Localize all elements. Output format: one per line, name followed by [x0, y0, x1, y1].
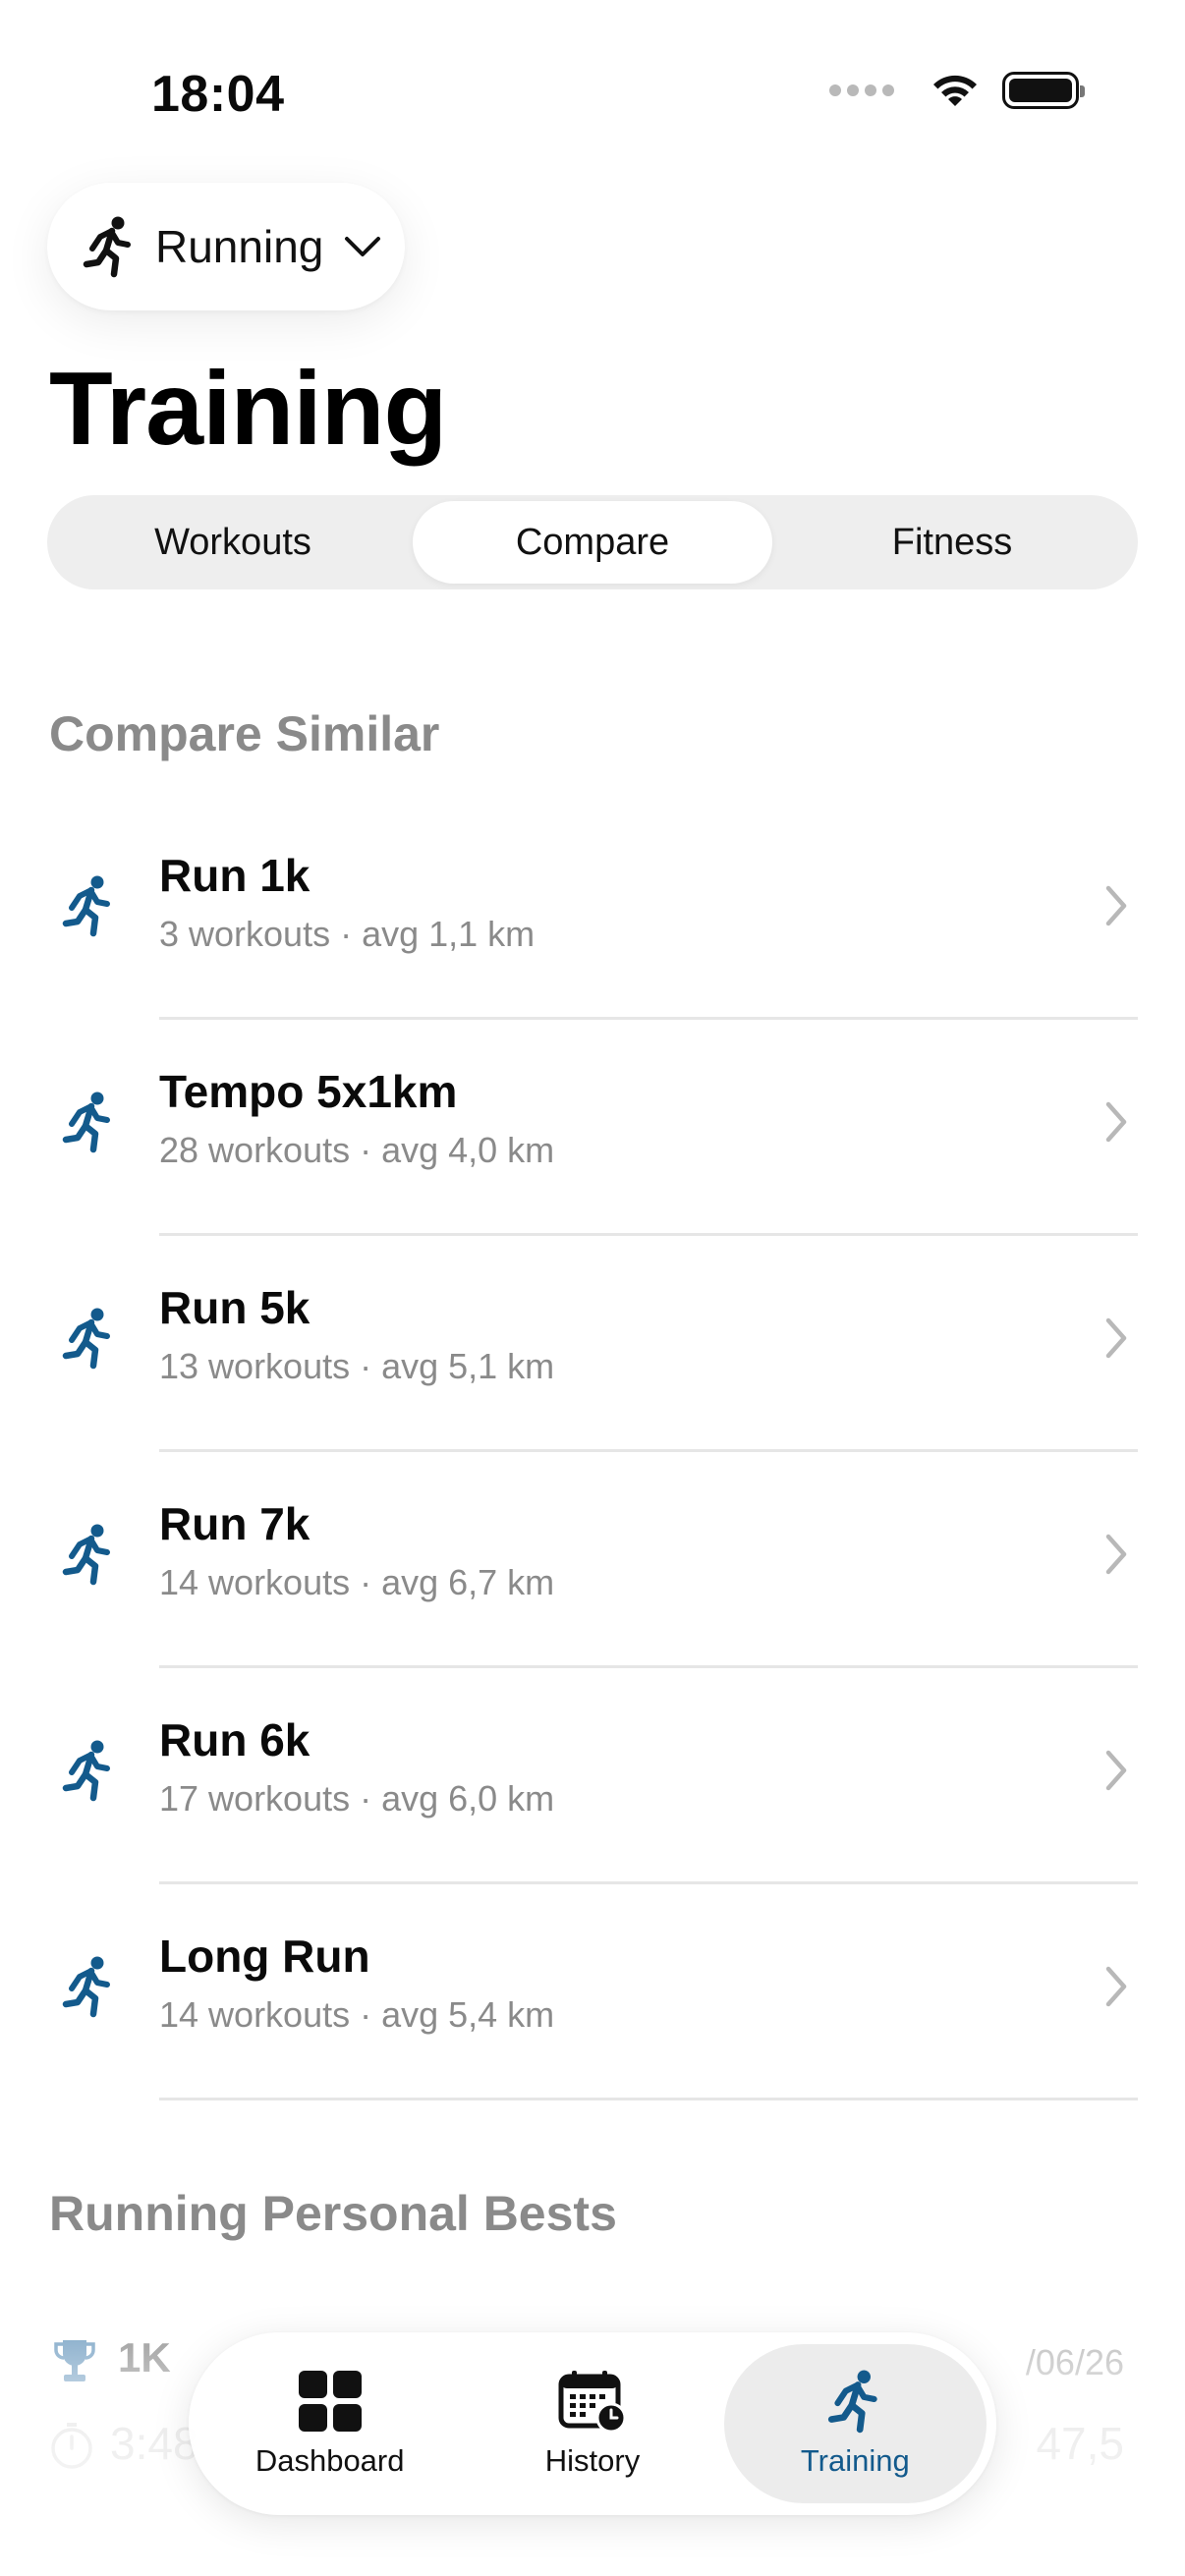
dashboard-grid-icon [298, 2371, 362, 2432]
list-item-meta: 14 workouts · avg 6,7 km [159, 1562, 555, 1602]
chevron-down-icon [345, 237, 381, 256]
list-item[interactable]: Tempo 5x1km 28 workouts · avg 4,0 km [0, 1020, 1185, 1236]
chevron-right-icon [1105, 1966, 1127, 2007]
training-screen: 18:04 Running Training Workouts Compare … [0, 0, 1185, 2576]
segment-compare[interactable]: Compare [413, 501, 772, 584]
list-item-name: Run 5k [159, 1282, 310, 1333]
list-item[interactable]: Run 6k 17 workouts · avg 6,0 km [0, 1668, 1185, 1884]
chevron-right-icon [1105, 1534, 1127, 1575]
cellular-signal-icon [829, 84, 894, 96]
running-figure-icon [62, 1524, 110, 1586]
list-item[interactable]: Long Run 14 workouts · avg 5,4 km [0, 1884, 1185, 2100]
status-time: 18:04 [151, 66, 285, 123]
compare-section-title: Compare Similar [49, 706, 440, 761]
personal-best-date: /06/26 [1025, 2342, 1124, 2382]
stopwatch-icon [51, 2423, 92, 2469]
divider [159, 2098, 1138, 2100]
list-item-meta: 3 workouts · avg 1,1 km [159, 914, 536, 954]
running-figure-icon [62, 1956, 110, 2018]
tab-history[interactable]: History [461, 2344, 723, 2503]
tab-label: Training [800, 2443, 910, 2478]
segment-fitness[interactable]: Fitness [772, 501, 1132, 584]
wifi-icon [933, 75, 977, 106]
running-figure-icon [828, 2370, 877, 2434]
list-item[interactable]: Run 1k 3 workouts · avg 1,1 km [0, 804, 1185, 1020]
personal-best-time: 3:48 [110, 2418, 198, 2469]
personal-best-pace: 47,5 [1036, 2418, 1124, 2469]
list-item-name: Run 7k [159, 1498, 310, 1549]
running-figure-icon [62, 1308, 110, 1370]
list-item-name: Run 6k [159, 1714, 310, 1765]
running-figure-icon [83, 216, 131, 278]
tab-training[interactable]: Training [723, 2344, 987, 2503]
page-title: Training [49, 351, 447, 467]
list-item[interactable]: Run 7k 14 workouts · avg 6,7 km [0, 1452, 1185, 1668]
list-item[interactable]: Run 5k 13 workouts · avg 5,1 km [0, 1236, 1185, 1452]
personal-best-distance: 1K [118, 2334, 171, 2380]
chevron-right-icon [1105, 885, 1127, 926]
compare-list: Run 1k 3 workouts · avg 1,1 km Tempo 5x1… [0, 804, 1185, 2100]
running-figure-icon [62, 1740, 110, 1802]
list-item-meta: 14 workouts · avg 5,4 km [159, 1994, 555, 2035]
running-figure-icon [62, 1092, 110, 1153]
list-item-name: Long Run [159, 1931, 370, 1982]
chevron-right-icon [1105, 1101, 1127, 1143]
trophy-icon [54, 2340, 95, 2381]
tab-label: Dashboard [254, 2443, 405, 2478]
tab-label: History [544, 2443, 641, 2478]
list-item-name: Tempo 5x1km [159, 1066, 458, 1117]
tab-bar: Dashboard History Training [189, 2332, 996, 2515]
sport-selector-button[interactable]: Running [47, 183, 405, 310]
list-item-meta: 17 workouts · avg 6,0 km [159, 1778, 555, 1819]
battery-icon [1002, 72, 1085, 109]
sport-selector-label: Running [155, 221, 324, 272]
list-item-name: Run 1k [159, 850, 310, 901]
list-item-meta: 28 workouts · avg 4,0 km [159, 1130, 555, 1170]
chevron-right-icon [1105, 1317, 1127, 1359]
segment-workouts[interactable]: Workouts [53, 501, 413, 584]
tab-dashboard[interactable]: Dashboard [198, 2344, 461, 2503]
list-item-meta: 13 workouts · avg 5,1 km [159, 1346, 555, 1386]
status-indicators [829, 71, 1085, 110]
calendar-clock-icon [558, 2371, 627, 2434]
chevron-right-icon [1105, 1750, 1127, 1791]
running-figure-icon [62, 875, 110, 937]
personal-bests-title: Running Personal Bests [49, 2186, 617, 2241]
segmented-control: Workouts Compare Fitness [47, 495, 1138, 589]
